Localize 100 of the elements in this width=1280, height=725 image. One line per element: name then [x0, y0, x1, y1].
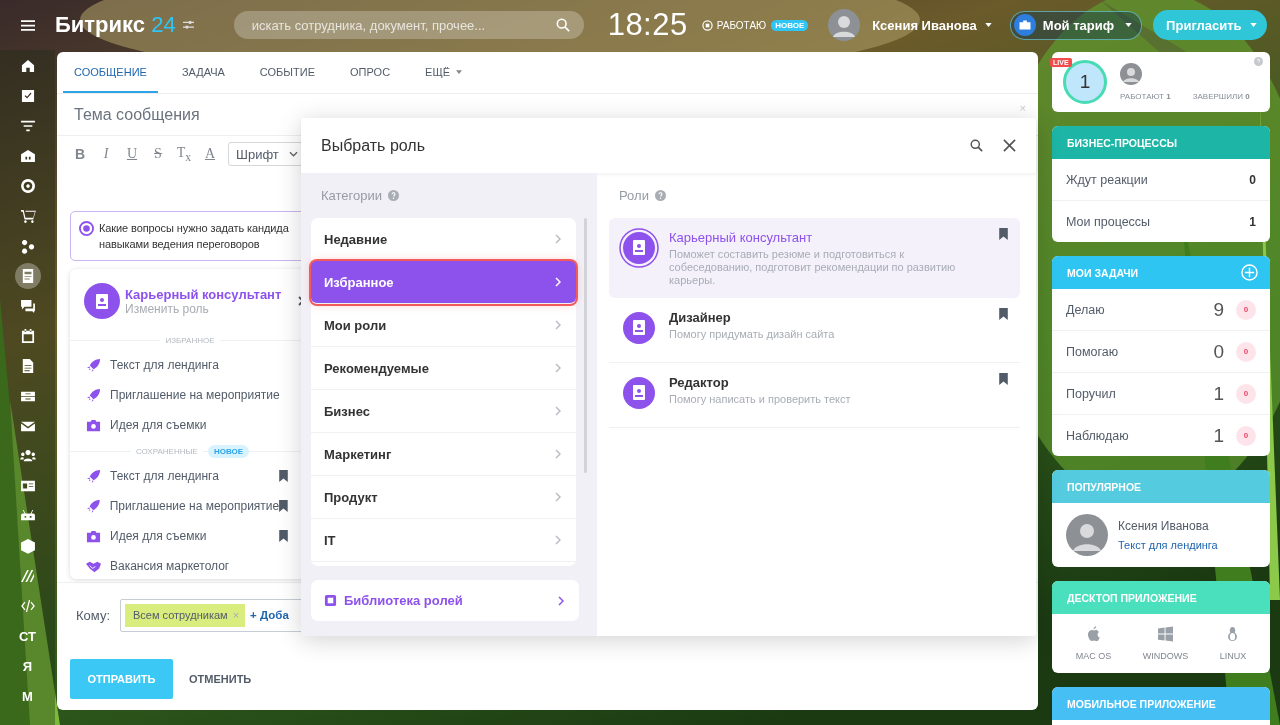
section-title: СОХРАНЕННЫЕ: [130, 446, 203, 456]
tab[interactable]: ЗАДАЧА: [170, 52, 236, 93]
bookmark-icon[interactable]: [999, 228, 1008, 240]
process-label[interactable]: Мои процессы: [1066, 214, 1250, 229]
rocket-icon: [86, 357, 101, 373]
category-item[interactable]: Бизнес: [311, 390, 577, 433]
bookmark-icon[interactable]: [279, 470, 288, 482]
tab[interactable]: ЕЩЁ: [414, 52, 474, 93]
prompt-item[interactable]: Идея для съемки: [110, 529, 279, 543]
role-name: Карьерный консультант: [669, 230, 814, 245]
role-name: Дизайнер: [669, 310, 732, 325]
task-count: 0: [1213, 340, 1224, 363]
role-description: Помогу придумать дизайн сайта: [669, 328, 836, 341]
counter-badge: 0: [1236, 383, 1256, 404]
counter-badge: 0: [1236, 425, 1256, 446]
task-count: 1: [1213, 424, 1224, 447]
spiral-icon: [79, 221, 94, 236]
role-icon[interactable]: [84, 283, 120, 319]
book-icon: [324, 594, 337, 607]
windows-icon[interactable]: [1158, 626, 1173, 642]
avatar[interactable]: [828, 9, 861, 41]
avatar[interactable]: [1066, 514, 1108, 556]
role-library-button[interactable]: Библиотека ролей: [311, 580, 579, 621]
format-button[interactable]: I: [94, 146, 118, 162]
prompt-item[interactable]: Приглашение на мероприятие: [110, 388, 288, 402]
task-label[interactable]: Поручил: [1066, 386, 1214, 401]
role-name: Редактор: [669, 375, 730, 390]
role-item[interactable]: Редактор Помогу написать и проверить текст: [609, 363, 1020, 428]
task-count: 9: [1213, 298, 1224, 321]
sidebar-item[interactable]: М: [22, 688, 33, 704]
user-name[interactable]: Ксения Иванова: [872, 17, 977, 33]
prompt-text: Какие вопросы нужно задать кандида: [99, 221, 289, 236]
menu-icon[interactable]: [21, 19, 35, 31]
prompt-item[interactable]: Идея для съемки: [110, 418, 288, 432]
category-item[interactable]: IT: [311, 519, 577, 562]
prompt-item[interactable]: Текст для лендинга: [110, 469, 279, 483]
camera-icon: [86, 528, 101, 544]
process-label[interactable]: Ждут реакции: [1066, 172, 1250, 187]
caret-icon: [1125, 23, 1133, 27]
category-item[interactable]: Маркетинг: [311, 433, 577, 476]
format-button[interactable]: B: [68, 146, 92, 162]
briefcase-icon: [1013, 14, 1036, 36]
task-label[interactable]: Помогаю: [1066, 344, 1214, 359]
search-input[interactable]: искать сотрудника, документ, прочее...: [249, 16, 556, 34]
cancel-button[interactable]: ОТМЕНИТЬ: [183, 672, 258, 686]
format-button[interactable]: U: [120, 146, 144, 162]
format-button[interactable]: A: [198, 146, 222, 162]
bookmark-icon[interactable]: [999, 308, 1008, 320]
tab[interactable]: СОБЫТИЕ: [248, 52, 326, 93]
role-name[interactable]: Карьерный консультант: [125, 286, 293, 302]
caret-icon[interactable]: [984, 23, 992, 27]
category-item[interactable]: Рекомендуемые: [311, 347, 577, 390]
apple-icon[interactable]: [1086, 626, 1101, 642]
bookmark-icon[interactable]: [279, 530, 288, 542]
platform-label[interactable]: LINUX: [1219, 651, 1247, 661]
bookmark-icon[interactable]: [279, 500, 288, 512]
format-button[interactable]: T$_{x}$: [172, 144, 196, 164]
sidebar-item[interactable]: Я: [22, 658, 33, 674]
prompt-item[interactable]: Вакансия маркетолог: [110, 559, 288, 573]
platform-label[interactable]: MAC OS: [1075, 651, 1112, 661]
category-item[interactable]: Продукт: [311, 476, 577, 519]
format-button[interactable]: S: [146, 146, 170, 162]
category-item[interactable]: Мои роли: [311, 304, 577, 347]
task-count: 1: [1213, 382, 1224, 405]
tariff-button[interactable]: Мой тариф: [1009, 10, 1143, 40]
logo[interactable]: Битрикс 24: [55, 12, 176, 38]
tab[interactable]: СООБЩЕНИЕ: [63, 52, 158, 93]
counter-badge: 0: [1236, 299, 1256, 320]
roles-label: Роли: [619, 188, 649, 203]
prompt-item[interactable]: Приглашение на мероприятие: [109, 499, 280, 513]
post-link[interactable]: Текст для лендинга: [1118, 539, 1218, 551]
work-status[interactable]: РАБОТАЮ: [716, 19, 767, 31]
stop-icon[interactable]: [701, 19, 713, 31]
category-item[interactable]: Избранное: [311, 261, 577, 304]
person-name[interactable]: Ксения Иванова: [1118, 519, 1218, 533]
avatar[interactable]: [1120, 63, 1142, 85]
tab[interactable]: ОПРОС: [339, 52, 402, 93]
role-item[interactable]: Карьерный консультант Поможет составить резюме и подготовиться к собеседованию, подготовит рекомендации по развитию карьеры.: [609, 218, 1020, 298]
dialog-title: Выбрать роль: [321, 136, 426, 155]
add-link[interactable]: + Доба: [250, 609, 289, 621]
new-badge: НОВОЕ: [771, 19, 809, 31]
task-label[interactable]: Делаю: [1066, 302, 1214, 317]
role-icon: [619, 228, 659, 268]
camera-icon: [86, 417, 101, 433]
sidebar-item[interactable]: СТ: [19, 628, 36, 644]
task-label[interactable]: Наблюдаю: [1066, 428, 1214, 443]
role-item[interactable]: Дизайнер Помогу придумать дизайн сайта: [609, 298, 1020, 363]
search-field[interactable]: искать сотрудника, документ, прочее...: [233, 11, 584, 39]
process-count: 1: [1249, 214, 1256, 229]
document-icon[interactable]: [14, 263, 41, 289]
recipient-chip[interactable]: Всем сотрудникам ×: [125, 603, 246, 627]
platform-label[interactable]: WINDOWS: [1142, 651, 1189, 661]
new-badge: НОВОЕ: [207, 444, 250, 458]
sliders-icon[interactable]: [182, 20, 194, 30]
bookmark-icon[interactable]: [999, 373, 1008, 385]
close-icon[interactable]: [1003, 139, 1016, 152]
categories-label: Категории: [321, 188, 382, 203]
prompt-item[interactable]: Текст для лендинга: [110, 358, 288, 372]
search-icon[interactable]: [970, 139, 983, 152]
scrollbar[interactable]: [584, 218, 587, 473]
